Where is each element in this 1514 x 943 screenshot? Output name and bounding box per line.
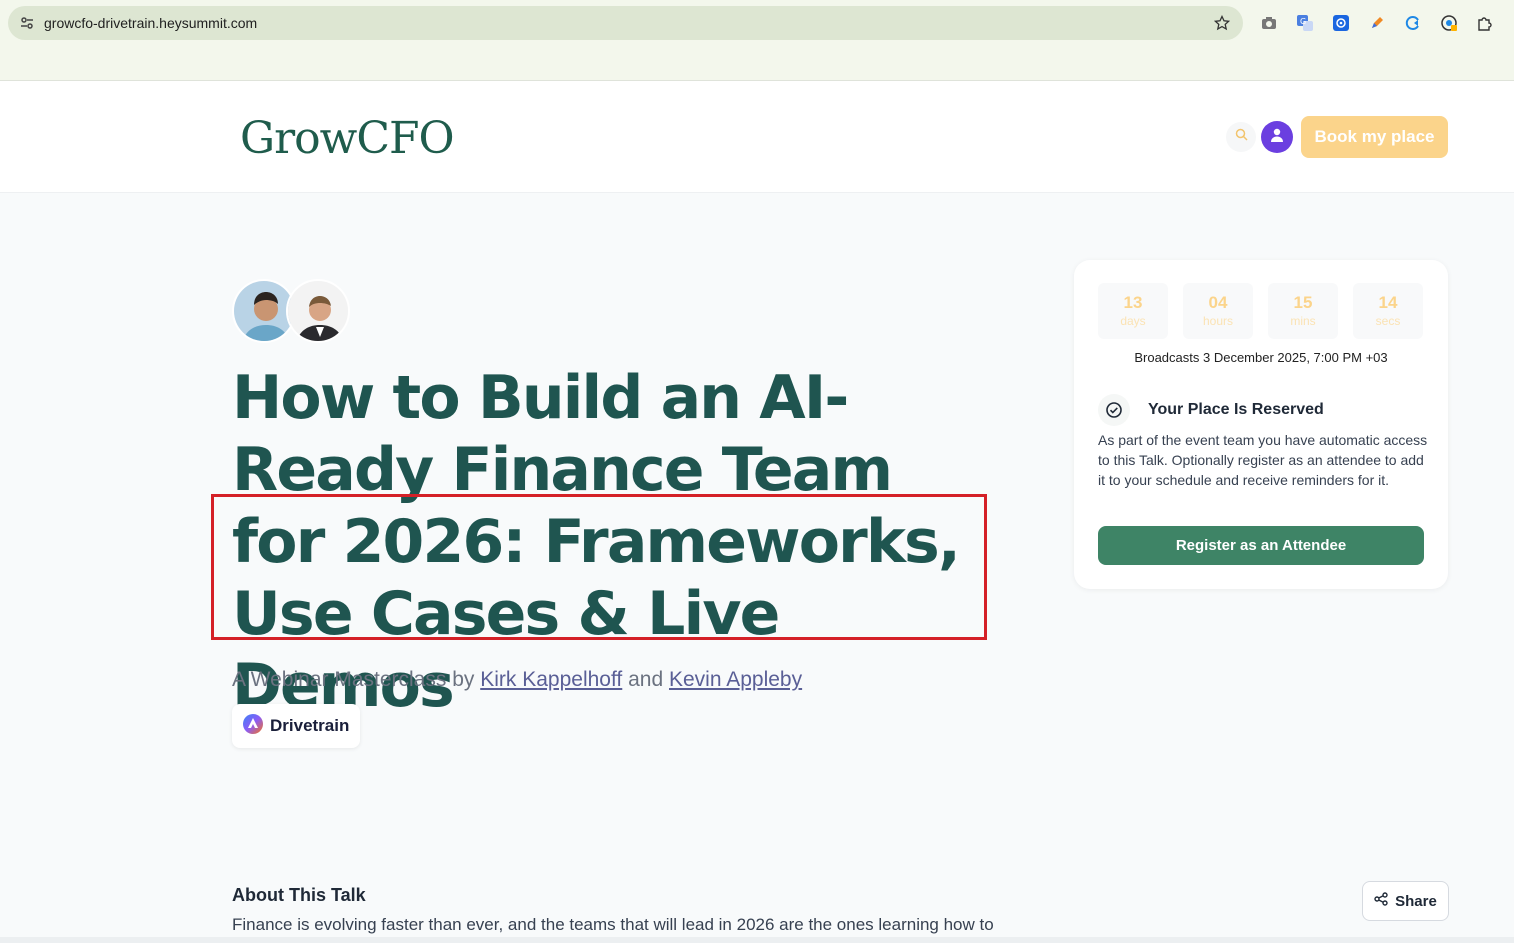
reserved-description: As part of the event team you have autom… [1098, 432, 1428, 488]
countdown-label: secs [1375, 314, 1401, 328]
registration-card: 13 days 04 hours 15 mins 14 secs Broadca… [1074, 260, 1448, 589]
highlight-annotation-box [211, 494, 987, 640]
speaker-link-kevin[interactable]: Kevin Appleby [669, 668, 802, 691]
extension-icon[interactable] [1328, 8, 1354, 38]
about-heading: About This Talk [232, 885, 366, 905]
user-avatar-button[interactable] [1261, 121, 1293, 153]
countdown-label: days [1120, 314, 1146, 328]
countdown-label: mins [1290, 314, 1316, 328]
drivetrain-logo-icon [242, 713, 264, 740]
browser-chrome: growcfo-drivetrain.heysummit.com G [0, 0, 1514, 81]
site-header: GrowCFO Book my place [0, 81, 1514, 193]
book-my-place-button[interactable]: Book my place [1301, 116, 1448, 158]
speaker-photo-kevin[interactable] [286, 279, 350, 343]
countdown-value: 13 [1123, 293, 1143, 312]
growcfo-logo[interactable]: GrowCFO [240, 113, 455, 164]
countdown-label: hours [1202, 314, 1234, 328]
user-icon [1269, 127, 1285, 148]
broadcast-time: Broadcasts 3 December 2025, 7:00 PM +03 [1134, 350, 1388, 365]
subtitle-prefix: A Webinar Masterclass by [232, 668, 475, 691]
translate-icon[interactable]: G [1292, 8, 1318, 38]
security-icon[interactable] [1436, 8, 1462, 38]
check-circle-icon [1098, 394, 1130, 426]
countdown-value: 04 [1208, 293, 1228, 312]
share-button[interactable]: Share [1362, 881, 1449, 921]
countdown-days: 13 days [1098, 283, 1168, 339]
reserved-title: Your Place Is Reserved [1148, 401, 1324, 418]
bottom-strip [0, 937, 1514, 943]
bookmark-star-icon[interactable] [1207, 8, 1237, 38]
extensions-bar: G [1256, 8, 1498, 38]
countdown-timer: 13 days 04 hours 15 mins 14 secs [1098, 283, 1423, 339]
countdown-mins: 15 mins [1268, 283, 1338, 339]
sponsor-badge[interactable]: Drivetrain [232, 704, 360, 748]
register-attendee-button[interactable]: Register as an Attendee [1098, 526, 1424, 565]
countdown-secs: 14 secs [1353, 283, 1423, 339]
subtitle-and: and [628, 668, 664, 691]
url-text[interactable]: growcfo-drivetrain.heysummit.com [44, 15, 1207, 31]
site-info-icon[interactable] [12, 8, 42, 38]
puzzle-icon[interactable] [1472, 8, 1498, 38]
countdown-hours: 04 hours [1183, 283, 1253, 339]
camera-icon[interactable] [1256, 8, 1282, 38]
countdown-value: 14 [1378, 293, 1398, 312]
countdown-value: 15 [1293, 293, 1313, 312]
refresh-extension-icon[interactable] [1400, 8, 1426, 38]
talk-subtitle: A Webinar Masterclass by Kirk Kappelhoff… [232, 668, 802, 692]
svg-text:G: G [1300, 17, 1306, 26]
share-label: Share [1395, 892, 1437, 910]
share-icon [1374, 892, 1388, 910]
search-icon [1235, 128, 1248, 146]
reserved-status: Your Place Is Reserved [1098, 394, 1324, 426]
address-bar[interactable]: growcfo-drivetrain.heysummit.com [8, 6, 1243, 40]
speaker-link-kirk[interactable]: Kirk Kappelhoff [480, 668, 622, 691]
search-button[interactable] [1226, 122, 1256, 152]
about-text: Finance is evolving faster than ever, an… [232, 915, 994, 934]
sponsor-name: Drivetrain [270, 716, 350, 735]
pen-icon[interactable] [1364, 8, 1390, 38]
